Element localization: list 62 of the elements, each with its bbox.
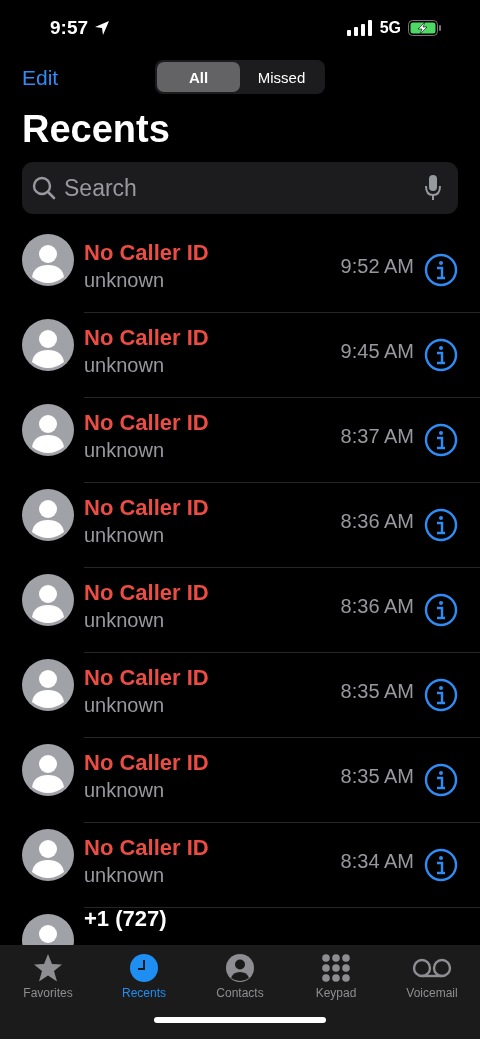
- tab-bar-item[interactable]: Contacts: [192, 953, 288, 1000]
- network-label: 5G: [379, 19, 401, 37]
- contact-icon: [225, 953, 255, 983]
- info-icon[interactable]: [424, 423, 458, 457]
- call-time: 9:45 AM: [340, 339, 414, 363]
- caller-name: No Caller ID: [84, 325, 210, 351]
- call-time: 8:35 AM: [340, 764, 414, 788]
- search-icon: [32, 176, 56, 200]
- avatar-icon: [22, 404, 74, 456]
- caller-name: No Caller ID: [84, 580, 210, 606]
- caller-name: No Caller ID: [84, 240, 210, 266]
- avatar-icon: [22, 574, 74, 626]
- tab-bar-item[interactable]: Keypad: [288, 953, 384, 1000]
- page-title: Recents: [22, 107, 171, 152]
- info-icon[interactable]: [424, 848, 458, 882]
- caller-label: unknown: [84, 694, 166, 717]
- status-time: 9:57: [50, 17, 89, 39]
- signal-icon: [346, 20, 373, 36]
- call-time: 8:36 AM: [340, 509, 414, 533]
- caller-name: No Caller ID: [84, 835, 210, 861]
- avatar-icon: [22, 829, 74, 881]
- location-arrow-icon: [94, 20, 111, 36]
- caller-name: +1 (727): [84, 908, 168, 930]
- info-icon[interactable]: [424, 338, 458, 372]
- avatar-icon: [22, 744, 74, 796]
- caller-label: unknown: [84, 269, 166, 292]
- caller-label: unknown: [84, 524, 166, 547]
- caller-name: No Caller ID: [84, 410, 210, 436]
- star-icon: [33, 953, 63, 983]
- microphone-icon[interactable]: [424, 174, 442, 202]
- caller-name: No Caller ID: [84, 750, 210, 776]
- call-time: 8:37 AM: [340, 424, 414, 448]
- caller-label: unknown: [84, 779, 166, 802]
- caller-label: unknown: [84, 354, 166, 377]
- call-time: 8:34 AM: [340, 849, 414, 873]
- avatar-icon: [22, 234, 74, 286]
- caller-label: unknown: [84, 864, 166, 887]
- keypad-icon: [321, 953, 351, 983]
- call-time: 9:52 AM: [340, 254, 414, 278]
- call-time: 8:35 AM: [340, 679, 414, 703]
- tab-bar-item[interactable]: Recents: [96, 953, 192, 1000]
- segment-tab[interactable]: Missed: [240, 62, 323, 92]
- clock-icon: [129, 953, 159, 983]
- info-icon[interactable]: [424, 678, 458, 712]
- info-icon[interactable]: [424, 763, 458, 797]
- call-time: 8:36 AM: [340, 594, 414, 618]
- avatar-icon: [22, 489, 74, 541]
- caller-label: unknown: [84, 439, 166, 462]
- caller-name: No Caller ID: [84, 495, 210, 521]
- caller-label: unknown: [84, 609, 166, 632]
- info-icon[interactable]: [424, 508, 458, 542]
- avatar-icon: [22, 659, 74, 711]
- tab-bar-item[interactable]: Voicemail: [384, 953, 480, 1000]
- battery-charging-icon: [408, 20, 442, 36]
- edit-button[interactable]: Edit: [22, 66, 59, 90]
- segment-tab[interactable]: All: [157, 62, 240, 92]
- avatar-icon: [22, 319, 74, 371]
- caller-name: No Caller ID: [84, 665, 210, 691]
- tab-bar-item[interactable]: Favorites: [0, 953, 96, 1000]
- info-icon[interactable]: [424, 253, 458, 287]
- info-icon[interactable]: [424, 593, 458, 627]
- search-field[interactable]: Search: [22, 162, 458, 214]
